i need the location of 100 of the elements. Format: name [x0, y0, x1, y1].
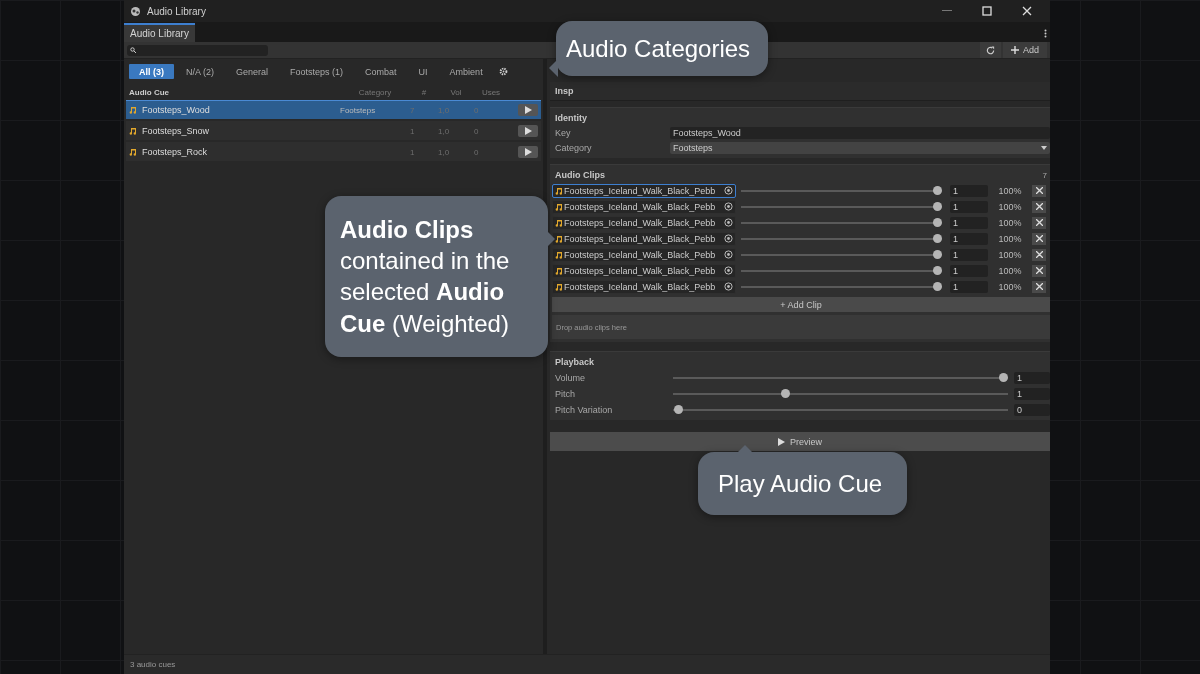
- percent-text: 100%: [997, 217, 1023, 228]
- play-icon: [524, 148, 532, 156]
- window-tab[interactable]: Audio Library: [124, 23, 195, 42]
- remove-button[interactable]: [1032, 280, 1046, 293]
- weight-field[interactable]: 1: [950, 280, 988, 293]
- value-field[interactable]: 1: [1014, 371, 1050, 384]
- settings-icon[interactable]: [498, 67, 508, 76]
- column-header: Audio Cue: [129, 87, 170, 97]
- category-tab[interactable]: All (3): [129, 64, 174, 79]
- slider-thumb[interactable]: [932, 186, 942, 195]
- percent-text: 100%: [997, 233, 1023, 244]
- remove-button[interactable]: [1032, 248, 1046, 261]
- clip-field[interactable]: Footsteps_Iceland_Walk_Black_Pebb: [552, 215, 736, 230]
- add-button[interactable]: Add: [1003, 42, 1047, 58]
- slider-thumb[interactable]: [932, 218, 942, 227]
- clip-field[interactable]: Footsteps_Iceland_Walk_Black_Pebb: [552, 279, 736, 294]
- percent-text: 100%: [997, 185, 1023, 196]
- close-icon: [1035, 267, 1043, 274]
- play-icon: [778, 437, 785, 446]
- play-button[interactable]: [518, 146, 538, 158]
- weight-field[interactable]: 1: [950, 216, 988, 229]
- category-tab[interactable]: Combat: [355, 64, 407, 79]
- slider-thumb[interactable]: [932, 250, 942, 259]
- remove-button[interactable]: [1032, 216, 1046, 229]
- field-label: Pitch Variation: [555, 404, 614, 415]
- status-text: 3 audio cues: [130, 660, 176, 669]
- column-header: Uses: [480, 87, 502, 97]
- close-icon: [1035, 251, 1043, 258]
- section-title: Playback: [555, 357, 595, 367]
- minimize-icon: [942, 10, 952, 12]
- close-icon: [1022, 6, 1032, 16]
- inspector-title: Insp: [555, 86, 574, 96]
- close-icon: [1035, 283, 1043, 290]
- percent-text: 100%: [997, 201, 1023, 212]
- close-icon: [1035, 187, 1043, 194]
- slider-thumb[interactable]: [932, 202, 942, 211]
- field-label: Key: [555, 128, 572, 138]
- play-button[interactable]: [518, 104, 538, 116]
- column-header: #: [420, 87, 428, 97]
- close-icon: [1035, 219, 1043, 226]
- preview-button[interactable]: Preview: [550, 432, 1050, 451]
- column-header: Vol: [449, 87, 463, 97]
- cue-name: Footsteps_Snow: [142, 126, 210, 136]
- note-icon: [129, 148, 136, 156]
- slider-thumb[interactable]: [932, 234, 942, 243]
- weight-field[interactable]: 1: [950, 200, 988, 213]
- clip-field[interactable]: Footsteps_Iceland_Walk_Black_Pebb: [552, 231, 736, 246]
- slider-thumb[interactable]: [780, 389, 790, 398]
- clip-count: 7: [1042, 170, 1047, 180]
- search-field[interactable]: [127, 44, 268, 56]
- play-icon: [524, 127, 532, 135]
- note-icon: [129, 106, 136, 114]
- clip-field[interactable]: Footsteps_Iceland_Walk_Black_Pebb: [552, 263, 736, 278]
- column-header: Category: [357, 87, 393, 97]
- close-icon: [1035, 203, 1043, 210]
- refresh-button[interactable]: [980, 42, 1001, 58]
- slider-thumb[interactable]: [998, 373, 1008, 382]
- category-tab[interactable]: N/A (2): [176, 64, 225, 79]
- remove-button[interactable]: [1032, 264, 1046, 277]
- clip-field[interactable]: Footsteps_Iceland_Walk_Black_Pebb: [552, 247, 736, 262]
- category-tab[interactable]: Ambient: [439, 64, 493, 79]
- refresh-icon: [986, 45, 995, 55]
- close-icon: [1035, 235, 1043, 242]
- slider-thumb[interactable]: [932, 266, 942, 275]
- weight-field[interactable]: 1: [950, 232, 988, 245]
- slider-thumb[interactable]: [932, 282, 942, 291]
- app-icon: [130, 5, 141, 17]
- plus-icon: [1011, 46, 1019, 54]
- section-title: Audio Clips: [555, 170, 605, 180]
- remove-button[interactable]: [1032, 232, 1046, 245]
- field-label: Category: [555, 143, 593, 153]
- section-title: Identity: [555, 113, 587, 123]
- category-tab[interactable]: Footsteps (1): [280, 64, 354, 79]
- weight-field[interactable]: 1: [950, 248, 988, 261]
- play-button[interactable]: [518, 125, 538, 137]
- remove-button[interactable]: [1032, 184, 1046, 197]
- slider-thumb[interactable]: [673, 405, 683, 414]
- window-title: Audio Library: [147, 5, 207, 17]
- clip-field[interactable]: Footsteps_Iceland_Walk_Black_Pebb: [552, 183, 736, 198]
- category-tab[interactable]: UI: [408, 64, 438, 79]
- clip-field[interactable]: Footsteps_Iceland_Walk_Black_Pebb: [552, 199, 736, 214]
- note-icon: [129, 127, 136, 135]
- caret-icon: [1041, 146, 1047, 150]
- add-clip-button[interactable]: + Add Clip: [552, 297, 1050, 312]
- field-label: Pitch: [555, 388, 576, 399]
- play-icon: [524, 106, 532, 114]
- cue-name: Footsteps_Wood: [142, 105, 210, 115]
- table-cell-text: Footsteps: [340, 105, 377, 115]
- more-icon[interactable]: [1044, 29, 1047, 38]
- percent-text: 100%: [997, 265, 1023, 276]
- search-icon: [130, 47, 136, 53]
- key-field[interactable]: Footsteps_Wood: [670, 127, 1050, 139]
- remove-button[interactable]: [1032, 200, 1046, 213]
- value-field[interactable]: 0: [1014, 403, 1050, 416]
- category-tab[interactable]: General: [226, 64, 279, 79]
- weight-field[interactable]: 1: [950, 184, 988, 197]
- weight-field[interactable]: 1: [950, 264, 988, 277]
- cue-name: Footsteps_Rock: [142, 147, 208, 157]
- category-dropdown[interactable]: Footsteps: [670, 142, 1050, 154]
- value-field[interactable]: 1: [1014, 387, 1050, 400]
